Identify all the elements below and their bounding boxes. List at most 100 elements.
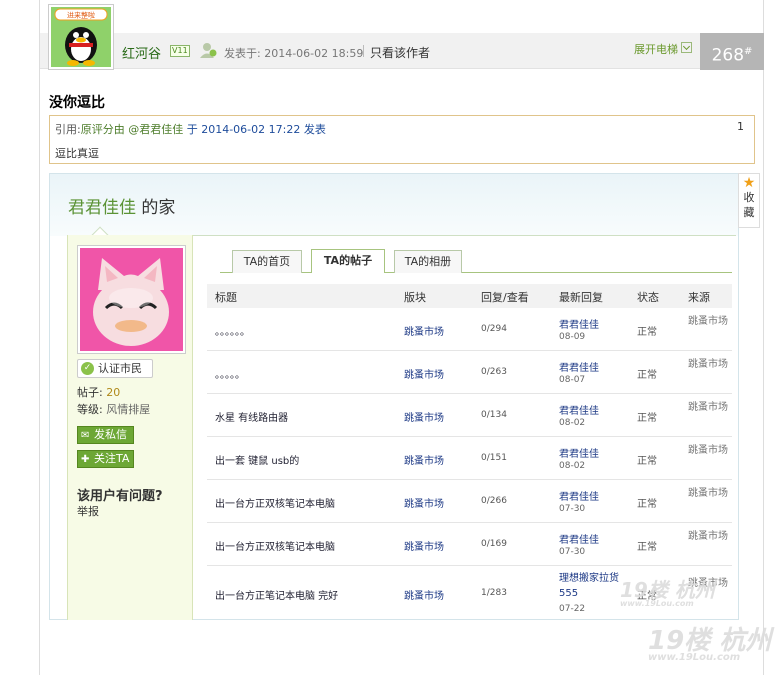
status-text: 正常 xyxy=(637,499,657,510)
table-row: 。。。。。。 跳蚤市场 0/294 君君佳佳 08-09 正常 跳蚤市场 xyxy=(207,308,732,351)
source-link[interactable]: 跳蚤市场 xyxy=(688,486,728,502)
source-link[interactable]: 跳蚤市场 xyxy=(688,529,728,545)
envelope-icon: ✉ xyxy=(81,430,90,441)
quoted-user-link[interactable]: @君君佳佳 xyxy=(128,123,183,136)
board-link[interactable]: 跳蚤市场 xyxy=(404,495,444,510)
post-title-link[interactable]: 出一套 键鼠 usb的 xyxy=(215,452,299,467)
problem-heading: 该用户有问题? xyxy=(77,489,163,504)
last-reply-user[interactable]: 君君佳佳 xyxy=(559,449,599,460)
reply-view-count: 0/134 xyxy=(481,410,507,420)
last-reply: 君君佳佳 08-09 xyxy=(559,320,599,342)
post-title-link[interactable]: 。。。。。 xyxy=(215,366,245,381)
plus-icon: ✚ xyxy=(81,454,90,465)
last-reply: 君君佳佳 07-30 xyxy=(559,535,599,557)
board-link[interactable]: 跳蚤市场 xyxy=(404,366,444,381)
col-title: 标题 xyxy=(215,291,237,304)
last-reply-user[interactable]: 君君佳佳 xyxy=(559,406,599,417)
board-link[interactable]: 跳蚤市场 xyxy=(404,409,444,424)
table-row: 水星 有线路由器 跳蚤市场 0/134 君君佳佳 08-02 正常 跳蚤市场 xyxy=(207,394,732,437)
reply-view-count: 0/263 xyxy=(481,367,507,377)
report-link[interactable]: 举报 xyxy=(77,503,99,519)
status-text: 正常 xyxy=(637,370,657,381)
post-title-link[interactable]: 。。。。。。 xyxy=(215,323,250,338)
penguin-avatar-icon: 进来整啦 xyxy=(51,7,111,67)
header-divider xyxy=(363,45,364,57)
watermark-url-small: www.19Lou.com xyxy=(620,599,694,608)
quote-index: 1 xyxy=(737,120,744,133)
table-row: 出一台方正双核笔记本电脑 跳蚤市场 0/266 君君佳佳 07-30 正常 跳蚤市… xyxy=(207,480,732,523)
post-title-link[interactable]: 出一台方正双核笔记本电脑 xyxy=(215,495,335,510)
last-reply-user[interactable]: 君君佳佳 xyxy=(559,363,599,374)
board-link[interactable]: 跳蚤市场 xyxy=(404,323,444,338)
last-reply-user[interactable]: 君君佳佳 xyxy=(559,320,599,331)
last-reply: 君君佳佳 07-30 xyxy=(559,492,599,514)
watermark-url: www.19Lou.com xyxy=(648,652,741,663)
author-username[interactable]: 红河谷 xyxy=(122,43,161,62)
col-last-reply: 最新回复 xyxy=(559,291,603,304)
svg-text:进来整啦: 进来整啦 xyxy=(67,11,95,20)
user-home-title: 君君佳佳 的家 xyxy=(68,198,176,218)
tab-ta-album[interactable]: TA的相册 xyxy=(394,250,462,273)
source-link[interactable]: 跳蚤市场 xyxy=(688,400,728,416)
reply-view-count: 0/151 xyxy=(481,453,507,463)
author-avatar[interactable]: 进来整啦 xyxy=(48,4,114,70)
last-reply: 君君佳佳 08-07 xyxy=(559,363,599,385)
original-by-link[interactable]: 原评分由 xyxy=(81,123,125,136)
source-link[interactable]: 跳蚤市场 xyxy=(688,443,728,459)
post-title-link[interactable]: 出一台方正笔记本电脑 完好 xyxy=(215,587,338,602)
source-link[interactable]: 跳蚤市场 xyxy=(688,357,728,373)
posts-count: 20 xyxy=(106,386,121,399)
board-link[interactable]: 跳蚤市场 xyxy=(404,452,444,467)
col-counts: 回复/查看 xyxy=(481,291,529,304)
reply-view-count: 0/294 xyxy=(481,324,507,334)
last-reply: 理想搬家拉货555 07-22 xyxy=(559,573,619,614)
home-owner-link[interactable]: 君君佳佳 xyxy=(68,198,136,218)
quote-text: 逗比真逗 xyxy=(55,147,99,160)
last-reply-user[interactable]: 君君佳佳 xyxy=(559,492,599,503)
post-title-link[interactable]: 出一台方正双核笔记本电脑 xyxy=(215,538,335,553)
check-icon: ✓ xyxy=(81,362,94,375)
posts-stat: 帖子: 20 xyxy=(77,386,121,399)
status-text: 正常 xyxy=(637,456,657,467)
last-reply-user[interactable]: 君君佳佳 xyxy=(559,535,599,546)
col-status: 状态 xyxy=(637,291,659,304)
only-author-link[interactable]: 只看该作者 xyxy=(370,44,430,61)
certified-badge: ✓ 认证市民 xyxy=(77,359,153,378)
col-source: 来源 xyxy=(688,291,710,304)
profile-avatar[interactable] xyxy=(77,245,186,354)
board-link[interactable]: 跳蚤市场 xyxy=(404,587,444,602)
favorite-button[interactable]: ★ 收藏 xyxy=(738,173,760,228)
last-reply: 君君佳佳 08-02 xyxy=(559,449,599,471)
follow-button[interactable]: ✚ 关注TA xyxy=(77,450,134,468)
quote-meta: 引用:原评分由 @君君佳佳 于 2014-06-02 17:22 发表 xyxy=(55,123,326,136)
quote-date: 2014-06-02 17:22 xyxy=(201,123,301,136)
user-online-icon xyxy=(200,43,217,58)
table-row: 。。。。。 跳蚤市场 0/263 君君佳佳 08-07 正常 跳蚤市场 xyxy=(207,351,732,394)
level-badge: V11 xyxy=(170,45,190,57)
cat-avatar-icon xyxy=(80,248,183,351)
star-icon: ★ xyxy=(742,175,756,191)
status-text: 正常 xyxy=(637,542,657,553)
reply-view-count: 0/266 xyxy=(481,496,507,506)
expand-elevator-link[interactable]: 展开电梯 xyxy=(634,41,678,57)
status-text: 正常 xyxy=(637,413,657,424)
floor-number: 268# xyxy=(700,33,764,70)
posted-time: 发表于: 2014-06-02 18:59 xyxy=(224,47,364,60)
tab-ta-posts[interactable]: TA的帖子 xyxy=(311,249,385,273)
source-link[interactable]: 跳蚤市场 xyxy=(688,314,728,330)
table-row: 出一套 键鼠 usb的 跳蚤市场 0/151 君君佳佳 08-02 正常 跳蚤市场 xyxy=(207,437,732,480)
favorite-label: 收藏 xyxy=(743,191,755,219)
post-title-link[interactable]: 水星 有线路由器 xyxy=(215,409,288,424)
post-title: 没你逗比 xyxy=(49,95,105,111)
board-link[interactable]: 跳蚤市场 xyxy=(404,538,444,553)
last-reply-user[interactable]: 理想搬家拉货555 xyxy=(559,573,619,599)
tab-ta-home[interactable]: TA的首页 xyxy=(232,250,302,273)
reply-view-count: 0/169 xyxy=(481,539,507,549)
chevron-down-icon[interactable] xyxy=(681,42,692,53)
last-reply: 君君佳佳 08-02 xyxy=(559,406,599,428)
reply-view-count: 1/283 xyxy=(481,588,507,598)
level-stat: 等级: 风情排屋 xyxy=(77,403,151,416)
quote-block: 引用:原评分由 @君君佳佳 于 2014-06-02 17:22 发表 1 逗比… xyxy=(49,115,755,164)
col-board: 版块 xyxy=(404,291,426,304)
send-message-button[interactable]: ✉ 发私信 xyxy=(77,426,134,444)
